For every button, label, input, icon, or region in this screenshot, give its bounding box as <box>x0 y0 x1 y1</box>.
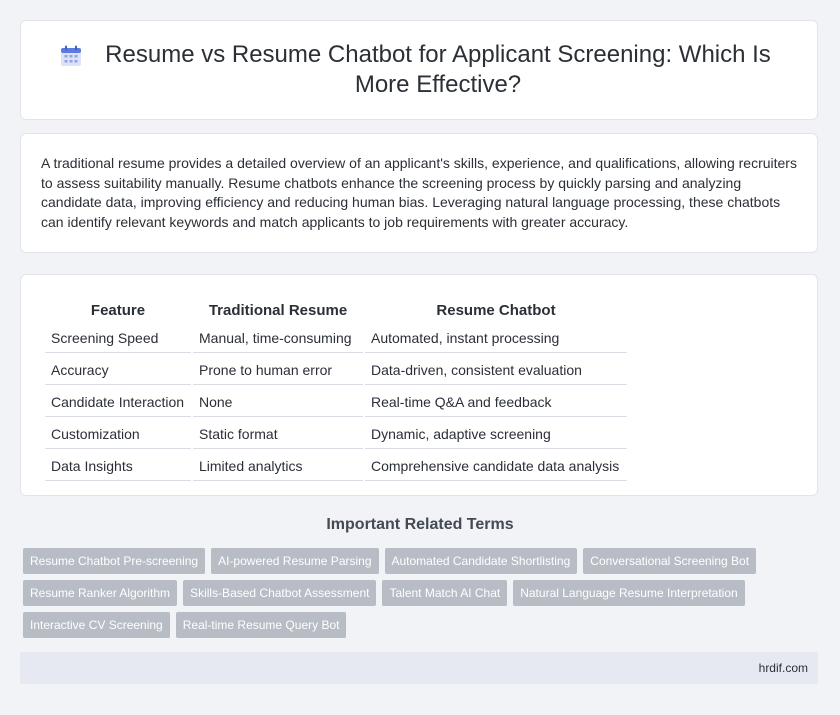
table-cell: Automated, instant processing <box>365 323 627 353</box>
term-tag[interactable]: Resume Chatbot Pre-screening <box>23 548 206 574</box>
table-row: Candidate Interaction None Real-time Q&A… <box>45 387 627 417</box>
title-card: Resume vs Resume Chatbot for Applicant S… <box>20 20 818 120</box>
column-header-feature: Feature <box>90 301 146 319</box>
table-cell: Real-time Q&A and feedback <box>365 387 627 417</box>
term-tag[interactable]: Conversational Screening Bot <box>583 548 757 574</box>
column-header-resume-chatbot: Resume Chatbot <box>436 301 556 319</box>
table-row: Customization Static format Dynamic, ada… <box>45 419 627 449</box>
calendar-icon <box>61 45 81 66</box>
table-cell: Prone to human error <box>193 355 363 385</box>
footer-site-link[interactable]: hrdif.com <box>759 661 808 675</box>
table-cell: Static format <box>193 419 363 449</box>
comparison-card: Feature Traditional Resume Resume Chatbo… <box>20 274 818 496</box>
column-header-traditional-resume: Traditional Resume <box>208 301 348 319</box>
table-header-row: Feature Traditional Resume Resume Chatbo… <box>45 299 627 321</box>
table-cell: Data-driven, consistent evaluation <box>365 355 627 385</box>
table-cell: Accuracy <box>45 355 191 385</box>
term-tag[interactable]: Automated Candidate Shortlisting <box>384 548 578 574</box>
term-tag[interactable]: Interactive CV Screening <box>23 612 170 638</box>
term-tag[interactable]: Natural Language Resume Interpretation <box>513 580 745 606</box>
table-cell: Screening Speed <box>45 323 191 353</box>
table-row: Accuracy Prone to human error Data-drive… <box>45 355 627 385</box>
table-row: Screening Speed Manual, time-consuming A… <box>45 323 627 353</box>
term-tag[interactable]: Skills-Based Chatbot Assessment <box>183 580 377 606</box>
term-tag[interactable]: AI-powered Resume Parsing <box>211 548 379 574</box>
table-row: Data Insights Limited analytics Comprehe… <box>45 451 627 481</box>
intro-paragraph: A traditional resume provides a detailed… <box>41 155 797 230</box>
intro-card: A traditional resume provides a detailed… <box>20 133 818 253</box>
table-cell: Data Insights <box>45 451 191 481</box>
table-cell: Limited analytics <box>193 451 363 481</box>
term-tag[interactable]: Resume Ranker Algorithm <box>23 580 178 606</box>
page-title: Resume vs Resume Chatbot for Applicant S… <box>105 41 771 98</box>
term-tag[interactable]: Talent Match AI Chat <box>382 580 508 606</box>
table-cell: Dynamic, adaptive screening <box>365 419 627 449</box>
table-cell: None <box>193 387 363 417</box>
related-terms-heading: Important Related Terms <box>326 516 514 533</box>
table-cell: Customization <box>45 419 191 449</box>
term-tag[interactable]: Real-time Resume Query Bot <box>175 612 347 638</box>
comparison-table: Feature Traditional Resume Resume Chatbo… <box>43 297 629 483</box>
footer: hrdif.com <box>20 652 818 684</box>
table-cell: Manual, time-consuming <box>193 323 363 353</box>
title-wrap: Resume vs Resume Chatbot for Applicant S… <box>59 40 779 100</box>
table-cell: Candidate Interaction <box>45 387 191 417</box>
related-terms-list: Resume Chatbot Pre-screening AI-powered … <box>23 548 823 638</box>
table-cell: Comprehensive candidate data analysis <box>365 451 627 481</box>
